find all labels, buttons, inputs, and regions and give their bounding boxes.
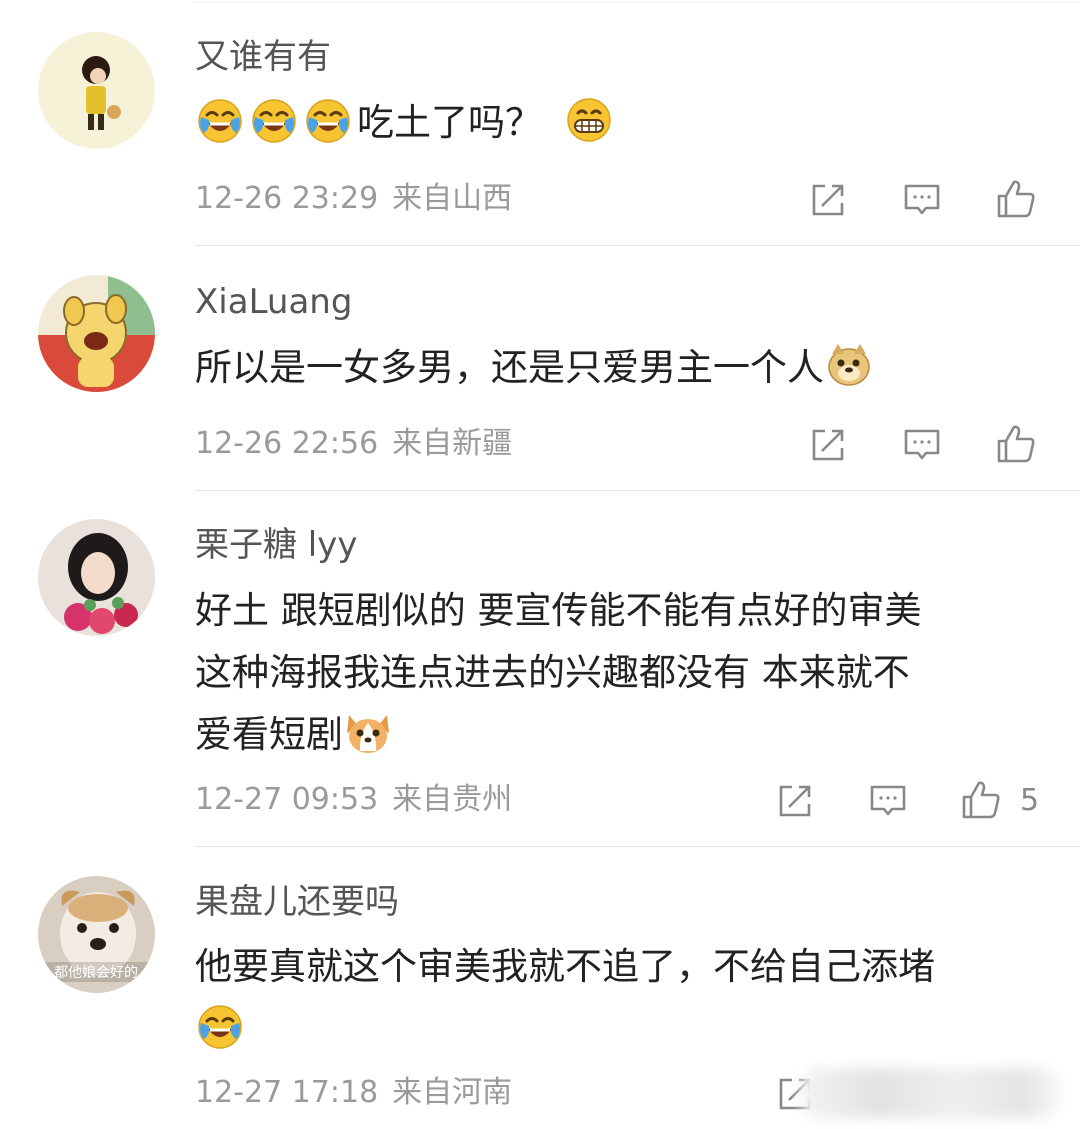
laugh-cry-emoji [195, 1001, 245, 1051]
comment-text-line: 所以是一女多男，还是只爱男主一个人 [195, 346, 824, 389]
comment-text: 他要真就这个审美我就不追了，不给自己添堵 [195, 936, 935, 1060]
blurred-region [800, 1068, 1060, 1118]
comment-location: 来自河南 [392, 1075, 513, 1110]
comment-meta: 12-27 09:53 来自贵州 [195, 785, 512, 815]
comment-time: 12-27 17:18 [195, 1075, 379, 1110]
repost-icon [808, 425, 848, 465]
username[interactable]: XiaLuang [195, 285, 352, 319]
comment-text-line: 吃土了吗？ [357, 101, 542, 144]
grin-emoji [564, 95, 614, 145]
like-count: 5 [1020, 782, 1040, 818]
comment-button[interactable] [902, 425, 942, 465]
comment-icon [902, 180, 942, 220]
top-divider [195, 2, 1080, 3]
comment-icon [902, 425, 942, 465]
comment-text: 吃土了吗？ [195, 92, 618, 154]
repost-button[interactable] [808, 180, 848, 220]
comment-text-line: 爱看短剧 [195, 713, 343, 756]
like-button[interactable]: 5 [960, 779, 1039, 821]
corgi-emoji [343, 707, 393, 757]
like-button[interactable] [995, 178, 1037, 220]
comment-text-line: 好土 跟短剧似的 要宣传能不能有点好的审美 [195, 589, 922, 632]
laugh-cry-emoji [249, 95, 299, 145]
avatar[interactable]: 都他娘会好的 [38, 876, 155, 993]
comment-text: 好土 跟短剧似的 要宣传能不能有点好的审美 这种海报我连点进去的兴趣都没有 本来… [195, 580, 922, 766]
comment-text-line: 他要真就这个审美我就不追了，不给自己添堵 [195, 945, 935, 988]
like-button[interactable] [995, 423, 1037, 465]
repost-button[interactable] [808, 425, 848, 465]
comment-text: 所以是一女多男，还是只爱男主一个人 [195, 337, 878, 399]
repost-button[interactable] [775, 781, 815, 821]
comment-location: 来自新疆 [392, 426, 513, 461]
avatar[interactable] [38, 519, 155, 636]
comment-meta: 12-26 23:29 来自山西 [195, 184, 512, 214]
divider [195, 490, 1080, 491]
comment-meta: 12-26 22:56 来自新疆 [195, 429, 512, 459]
doge-emoji [824, 340, 874, 390]
comment-time: 12-26 23:29 [195, 181, 379, 216]
divider [195, 846, 1080, 847]
repost-icon [775, 781, 815, 821]
username[interactable]: 栗子糖 lyy [195, 528, 358, 562]
divider [195, 245, 1080, 246]
comment-location: 来自贵州 [392, 782, 513, 817]
comment-time: 12-26 22:56 [195, 426, 379, 461]
laugh-cry-emoji [195, 95, 245, 145]
comment-location: 来自山西 [392, 181, 513, 216]
comment-button[interactable] [868, 781, 908, 821]
comment-button[interactable] [902, 180, 942, 220]
comment-meta: 12-27 17:18 来自河南 [195, 1078, 512, 1108]
laugh-cry-emoji [303, 95, 353, 145]
comment-time: 12-27 09:53 [195, 782, 379, 817]
username[interactable]: 果盘儿还要吗 [195, 885, 399, 919]
comment-icon [868, 781, 908, 821]
thumbs-up-icon [995, 178, 1037, 220]
avatar[interactable] [38, 32, 155, 149]
thumbs-up-icon [995, 423, 1037, 465]
username[interactable]: 又谁有有 [195, 40, 331, 74]
avatar[interactable] [38, 275, 155, 392]
avatar-caption: 都他娘会好的 [54, 965, 138, 981]
comment-text-line: 这种海报我连点进去的兴趣都没有 本来就不 [195, 651, 910, 694]
repost-icon [808, 180, 848, 220]
thumbs-up-icon [960, 779, 1002, 821]
